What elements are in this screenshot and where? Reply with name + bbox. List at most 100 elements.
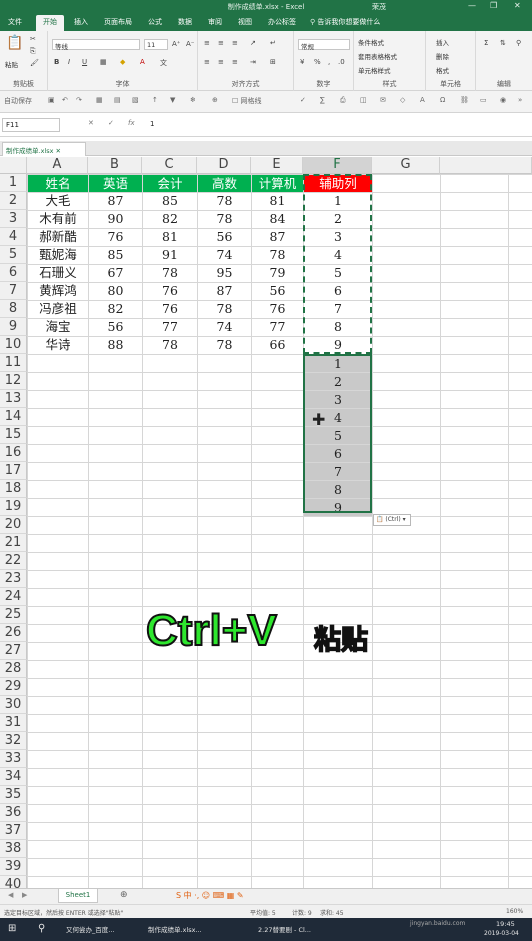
row-header[interactable]: 5 [0,246,27,264]
search-icon[interactable]: ⚲ [38,923,45,934]
table-header-cell[interactable]: 计算机 [252,175,303,192]
spell-icon[interactable]: ✓ [300,96,306,104]
sheet-tab-sheet1[interactable]: Sheet1 [58,889,98,903]
tab-office-tab[interactable]: 办公标签 [268,17,296,27]
fill-color-icon[interactable]: ◆ [120,58,125,66]
row-header[interactable]: 23 [0,570,27,588]
row-header[interactable]: 6 [0,264,27,282]
conditional-format-button[interactable]: 条件格式 [358,37,384,47]
table-cell[interactable]: 海宝 [28,318,88,336]
table-cell[interactable]: 石珊义 [28,264,88,282]
row-header[interactable]: 12 [0,372,27,390]
freeze-icon[interactable]: ❄ [190,96,196,104]
table-cell[interactable]: 87 [252,228,303,246]
function-icon[interactable]: fx [128,119,135,127]
row-header[interactable]: 27 [0,642,27,660]
row-header[interactable]: 7 [0,282,27,300]
tab-home[interactable]: 开始 [36,15,64,31]
tab-review[interactable]: 审阅 [208,17,222,27]
table-cell[interactable]: 81 [143,228,197,246]
table-cell[interactable]: 77 [143,318,197,336]
table-cell[interactable]: 78 [143,264,197,282]
align-bottom-icon[interactable]: ≡ [232,39,238,47]
table-cell[interactable]: 74 [198,246,251,264]
border-icon[interactable]: ▦ [100,58,107,66]
ime-icon[interactable]: S 中 ·, ☺ ⌨ ▦ ✎ [176,890,244,901]
row-header[interactable]: 30 [0,696,27,714]
tab-insert[interactable]: 插入 [74,17,88,27]
row-header[interactable]: 20 [0,516,27,534]
chart-icon[interactable]: ▤ [114,96,121,104]
column-header-b[interactable]: B [88,157,142,174]
grow-font-icon[interactable]: A⁺ [172,40,180,48]
undo-icon[interactable]: ↶ [62,96,68,104]
column-header-a[interactable]: A [27,157,88,174]
row-header[interactable]: 33 [0,750,27,768]
paste-icon[interactable]: 📋 [6,35,23,51]
table-header-cell[interactable]: 姓名 [28,175,88,192]
underline-icon[interactable]: U [82,58,87,66]
table-cell[interactable]: 78 [198,300,251,318]
table-cell[interactable]: 冯彦祖 [28,300,88,318]
currency-icon[interactable]: ¥ [300,58,304,66]
user-name[interactable]: 荣茂 [372,2,386,12]
font-size-select[interactable]: 11 [144,39,168,50]
cancel-icon[interactable]: ✕ [88,119,94,127]
row-header[interactable]: 22 [0,552,27,570]
column-header-e[interactable]: E [251,157,303,174]
scroll-left-icon[interactable]: ◀ [8,891,13,899]
row-header[interactable]: 16 [0,444,27,462]
table-cell[interactable]: 79 [252,264,303,282]
image-icon[interactable]: ▧ [132,96,139,104]
table-cell[interactable]: 77 [252,318,303,336]
calc-icon[interactable]: ∑ [320,96,325,104]
table-cell[interactable]: 76 [143,282,197,300]
preview-icon[interactable]: ◫ [360,96,367,104]
row-header[interactable]: 29 [0,678,27,696]
row-header[interactable]: 4 [0,228,27,246]
table-cell[interactable]: 56 [252,282,303,300]
align-left-icon[interactable]: ≡ [204,58,210,66]
sort-filter-icon[interactable]: ⇅ [500,39,506,47]
table-cell[interactable]: 78 [198,210,251,228]
row-header[interactable]: 18 [0,480,27,498]
zoom-level[interactable]: 160% [506,908,523,915]
font-name-select[interactable]: 等线 [52,39,140,51]
cut-icon[interactable]: ✂ [30,35,36,43]
table-cell[interactable]: 78 [252,246,303,264]
column-header-d[interactable]: D [197,157,251,174]
table-cell[interactable]: 66 [252,336,303,354]
italic-icon[interactable]: I [68,58,70,66]
filter-icon[interactable]: ▼ [170,96,175,104]
row-header[interactable]: 26 [0,624,27,642]
column-header-f[interactable]: F [303,157,372,174]
table-cell[interactable]: 76 [252,300,303,318]
row-header[interactable]: 8 [0,300,27,318]
table-header-cell[interactable]: 会计 [143,175,197,192]
row-header[interactable]: 24 [0,588,27,606]
name-box[interactable]: F11 [2,118,60,132]
tell-me-search[interactable]: ⚲ 告诉我你想要做什么 [310,17,380,27]
enter-icon[interactable]: ✓ [108,119,114,127]
align-middle-icon[interactable]: ≡ [218,39,224,47]
table-cell[interactable]: 90 [89,210,142,228]
save-icon[interactable]: ▣ [48,96,55,104]
tab-view[interactable]: 视图 [238,17,252,27]
table-cell[interactable]: 78 [143,336,197,354]
table-cell[interactable]: 95 [198,264,251,282]
symbol-icon[interactable]: Ω [440,96,445,104]
table-cell[interactable]: 黄辉鸿 [28,282,88,300]
format-as-table-button[interactable]: 套用表格格式 [358,51,397,61]
table-cell[interactable]: 91 [143,246,197,264]
taskbar-item-browser[interactable]: 又何尝办_百度... [66,924,114,934]
table-header-cell[interactable]: 英语 [89,175,142,192]
row-header[interactable]: 32 [0,732,27,750]
link-icon[interactable]: ⛓ [460,96,469,104]
gridlines-checkbox[interactable]: ☐ 网格线 [232,96,262,106]
scroll-right-icon[interactable]: ▶ [22,891,27,899]
row-header[interactable]: 40 [0,876,27,888]
doc-tab-file[interactable]: 制作成绩单.xlsx ✕ [2,142,86,156]
table-icon[interactable]: ▦ [96,96,103,104]
row-header[interactable]: 28 [0,660,27,678]
select-all-corner[interactable] [0,157,27,174]
